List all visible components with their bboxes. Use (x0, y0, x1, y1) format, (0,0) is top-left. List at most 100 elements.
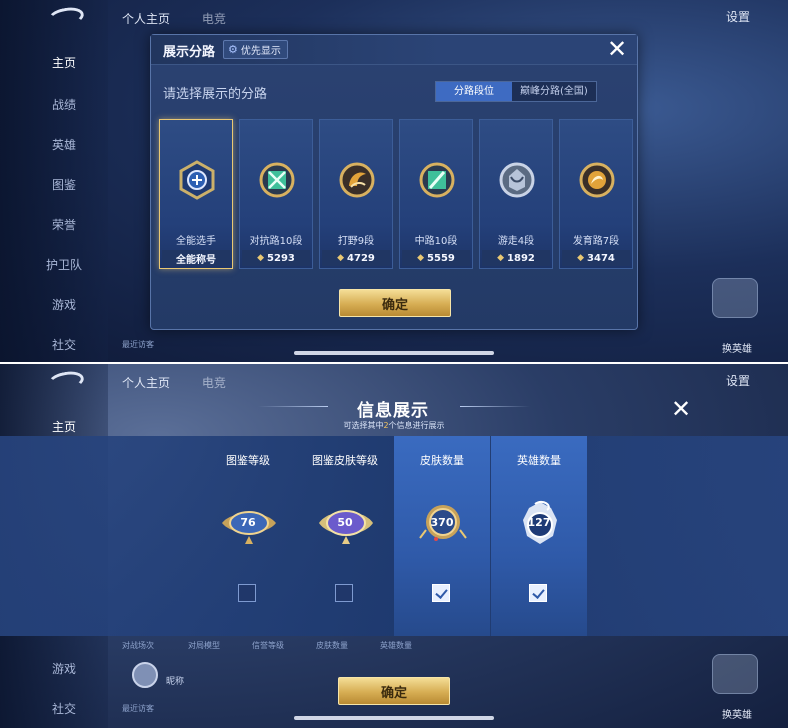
jungle-emblem-icon (339, 162, 375, 198)
lower-row-label: 对局模型 (188, 641, 220, 650)
info-confirm-button[interactable]: 确定 (338, 677, 450, 705)
segment-peak-route[interactable]: 巅峰分路(全国) (512, 82, 596, 101)
info-option-checkbox[interactable] (335, 584, 353, 602)
priority-display-button[interactable]: ⚙ 优先显示 (223, 40, 288, 59)
modal-header: 展示分路 ⚙ 优先显示 (151, 35, 637, 65)
farm-lane-emblem-icon (579, 162, 615, 198)
info-option-value: 127 (527, 516, 551, 529)
close-icon[interactable]: ✕ (604, 36, 630, 62)
route-value: ◆ 5293 (242, 250, 310, 266)
info-option-value: 50 (337, 516, 353, 529)
route-value-text: 5559 (427, 252, 455, 264)
tab-profile[interactable]: 个人主页 (122, 376, 170, 390)
info-subtitle-post: 个信息进行展示 (388, 421, 445, 430)
info-option-codex-level[interactable]: 图鉴等级 76 (200, 436, 296, 636)
modal-title: 展示分路 (163, 45, 216, 60)
route-card-list: 全能选手 全能称号 对抗路10段 ◆ 5293 打野9段 ◆ 4729 中路10… (159, 119, 633, 269)
route-value: ◆ 5559 (402, 250, 470, 266)
title-decoration-left (258, 406, 328, 407)
route-card-farm[interactable]: 发育路7段 ◆ 3474 (559, 119, 633, 269)
route-value: 全能称号 (162, 250, 230, 266)
info-title: 信息展示 (357, 401, 429, 421)
recent-visitors-label[interactable]: 最近访客 (122, 339, 154, 350)
route-card-jungle[interactable]: 打野9段 ◆ 4729 (319, 119, 393, 269)
route-card-mid[interactable]: 中路10段 ◆ 5559 (399, 119, 473, 269)
close-icon[interactable]: ✕ (668, 396, 694, 422)
route-segment-control: 分路段位 巅峰分路(全国) (435, 81, 597, 102)
route-role: 对抗路10段 (249, 236, 303, 247)
rank-diamond-icon: ◆ (417, 253, 425, 263)
route-card-clash[interactable]: 对抗路10段 ◆ 5293 (239, 119, 313, 269)
route-value-text: 1892 (507, 252, 535, 264)
route-value: ◆ 1892 (482, 250, 550, 266)
info-option-label: 皮肤数量 (420, 454, 464, 467)
gear-icon: ⚙ (228, 43, 238, 56)
route-subtitle: 请选择展示的分路 (163, 87, 268, 102)
route-value: ◆ 4729 (322, 250, 390, 266)
game-logo-icon (46, 5, 86, 29)
switch-hero-button[interactable] (712, 654, 758, 694)
route-display-screen: 主页 战绩 英雄 图鉴 荣誉 护卫队 游戏 社交 个人主页 电竞 设置 最近访客… (0, 0, 788, 362)
route-confirm-button[interactable]: 确定 (339, 289, 451, 317)
sidebar-item-game[interactable]: 游戏 (20, 660, 108, 677)
sidebar-item-game[interactable]: 游戏 (20, 296, 108, 313)
sidebar-item-honor[interactable]: 荣誉 (20, 216, 108, 233)
lower-row-label: 对战场次 (122, 641, 154, 650)
route-value-text: 4729 (347, 252, 375, 264)
sidebar-item-home[interactable]: 主页 (20, 54, 108, 71)
route-value-text: 全能称号 (176, 254, 216, 266)
info-subtitle: 可选择其中2个信息进行展示 (300, 420, 488, 431)
settings-button[interactable]: 设置 (726, 372, 750, 389)
avatar[interactable] (132, 662, 158, 688)
tab-esports[interactable]: 电竞 (202, 376, 226, 390)
route-value-text: 5293 (267, 252, 295, 264)
top-tabs: 个人主页 电竞 (122, 374, 254, 391)
route-value-text: 3474 (587, 252, 615, 264)
sidebar-item-social[interactable]: 社交 (20, 700, 108, 717)
home-indicator (294, 716, 494, 720)
sidebar-item-guard[interactable]: 护卫队 (20, 256, 108, 273)
lower-row-label: 信誉等级 (252, 641, 284, 650)
route-role: 全能选手 (176, 236, 216, 247)
route-role: 发育路7段 (572, 236, 620, 247)
tab-esports[interactable]: 电竞 (202, 12, 226, 26)
info-option-checkbox[interactable] (529, 584, 547, 602)
route-role: 游走4段 (497, 236, 535, 247)
rank-diamond-icon: ◆ (577, 253, 585, 263)
route-role: 中路10段 (414, 236, 458, 247)
route-role: 打野9段 (337, 236, 375, 247)
roam-emblem-icon (499, 162, 535, 198)
sidebar-item-social[interactable]: 社交 (20, 336, 108, 353)
info-option-skin-count[interactable]: 皮肤数量 370 (394, 436, 490, 636)
rank-diamond-icon: ◆ (497, 253, 505, 263)
segment-route-rank[interactable]: 分路段位 (436, 82, 512, 101)
sidebar-item-heroes[interactable]: 英雄 (20, 136, 108, 153)
settings-button[interactable]: 设置 (726, 8, 750, 25)
rank-diamond-icon: ◆ (257, 253, 265, 263)
route-card-all-round[interactable]: 全能选手 全能称号 (159, 119, 233, 269)
info-option-label: 图鉴皮肤等级 (312, 454, 378, 467)
info-option-checkbox[interactable] (432, 584, 450, 602)
info-option-value: 370 (430, 516, 454, 529)
info-option-hero-count[interactable]: 英雄数量 127 (491, 436, 587, 636)
mid-lane-emblem-icon (419, 162, 455, 198)
clash-lane-emblem-icon (259, 162, 295, 198)
info-option-checkbox[interactable] (238, 584, 256, 602)
info-option-skin-level[interactable]: 图鉴皮肤等级 50 (297, 436, 393, 636)
priority-display-label: 优先显示 (240, 46, 281, 57)
route-card-roam[interactable]: 游走4段 ◆ 1892 (479, 119, 553, 269)
switch-hero-label: 换英雄 (722, 344, 752, 355)
nickname-label: 昵称 (166, 677, 185, 687)
info-option-label: 英雄数量 (517, 454, 561, 467)
lower-row-label: 英雄数量 (380, 641, 412, 650)
route-value: ◆ 3474 (562, 250, 630, 266)
sidebar-item-codex[interactable]: 图鉴 (20, 176, 108, 193)
switch-hero-button[interactable] (712, 278, 758, 318)
home-indicator (294, 351, 494, 355)
tab-profile[interactable]: 个人主页 (122, 12, 170, 26)
recent-visitors-label[interactable]: 最近访客 (122, 703, 154, 714)
sidebar-item-home[interactable]: 主页 (20, 418, 108, 435)
switch-hero-label: 换英雄 (722, 710, 752, 721)
sidebar-item-record[interactable]: 战绩 (20, 96, 108, 113)
route-modal: 展示分路 ⚙ 优先显示 请选择展示的分路 分路段位 巅峰分路(全国) 全能选手 … (150, 34, 638, 330)
